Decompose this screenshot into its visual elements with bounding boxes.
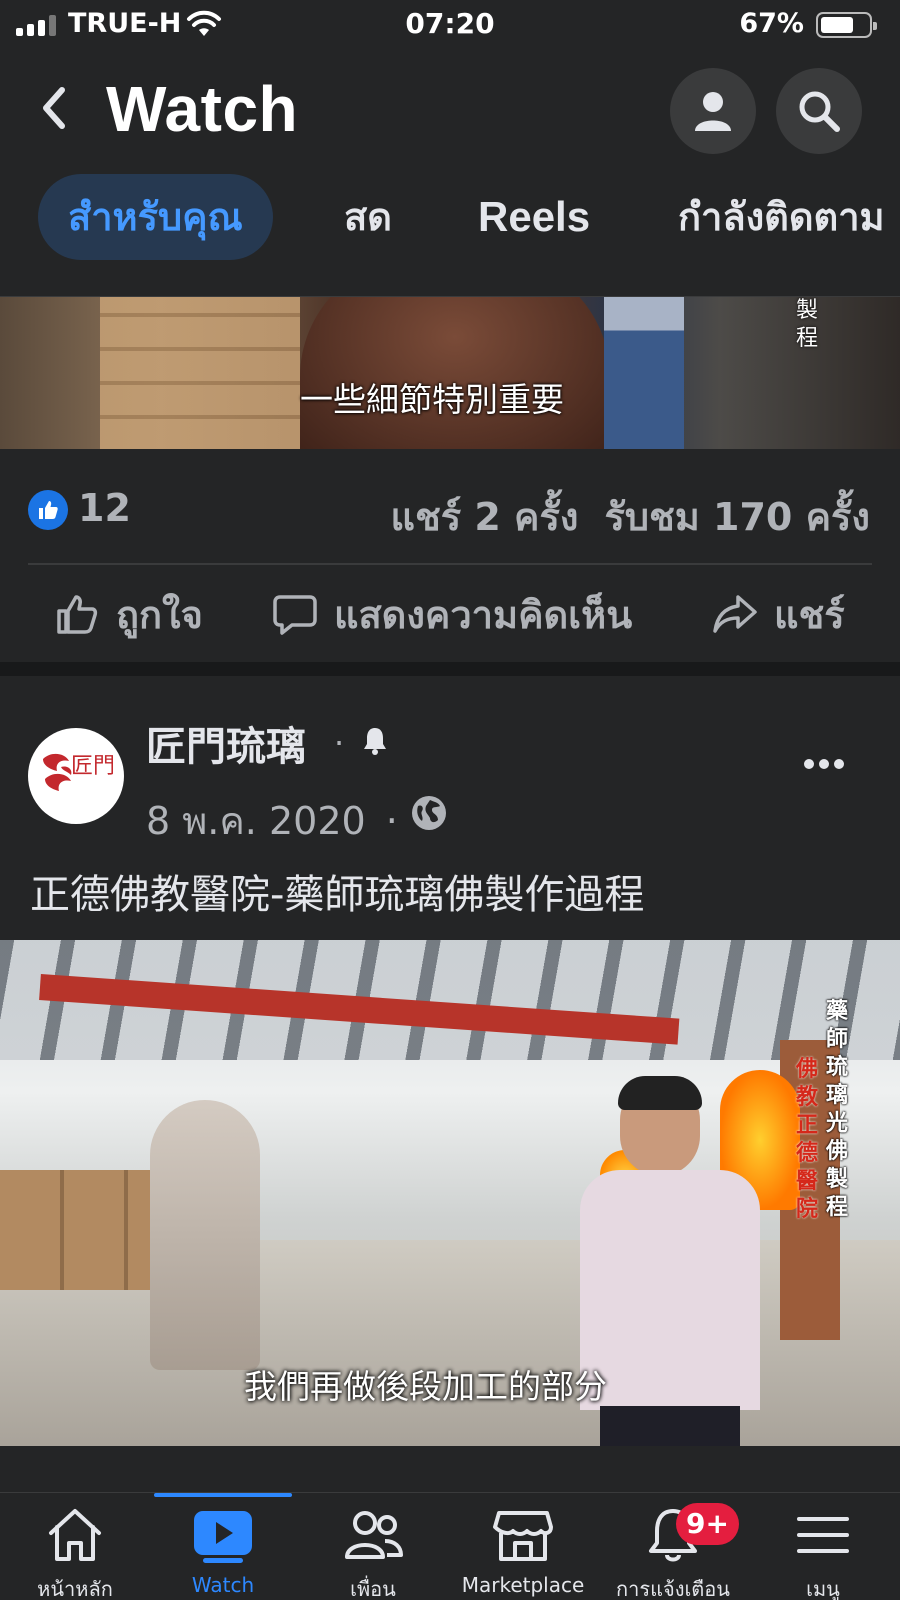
like-button[interactable]: ถูกใจ [54,584,203,644]
nav-notifications-label: การแจ้งเตือน [616,1577,730,1600]
post-date[interactable]: 8 พ.ค. 2020 · [146,790,398,851]
nav-marketplace-label: Marketplace [461,1573,585,1597]
watch-header: Watch [0,56,900,166]
video-player-1[interactable]: 一些細節特別重要 製程 [0,297,900,449]
nav-home[interactable]: หน้าหลัก [0,1493,150,1600]
globe-icon [412,796,446,830]
thumbs-up-icon [57,595,98,634]
search-button[interactable] [776,68,862,154]
view-count: รับชม 170 ครั้ง [604,495,870,539]
nav-menu[interactable]: เมนู [748,1493,898,1600]
nav-friends-label: เพื่อน [350,1577,396,1600]
video-player-2[interactable]: 佛教正德醫院 藥師琉璃光佛製程 我們再做後段加工的部分 [0,940,900,1446]
nav-watch-label: Watch [191,1573,255,1597]
battery-icon [816,12,877,38]
share-label: แชร์ [774,592,845,637]
tab-for-you[interactable]: สำหรับคุณ [38,174,273,260]
post-header: 匠門 匠門琉璃 · 8 พ.ค. 2020 · [0,708,900,848]
video-scene [100,297,300,449]
avatar[interactable]: 匠門 [28,728,124,824]
tab-reels[interactable]: Reels [478,174,590,260]
nav-marketplace[interactable]: Marketplace [448,1493,598,1600]
nav-friends[interactable]: เพื่อน [298,1493,448,1600]
tab-following[interactable]: กำลังติดตาม [678,174,885,260]
post-stats: 12 แชร์ 2 ครั้ง รับชม 170 ครั้ง [0,480,900,540]
nav-notifications[interactable]: 9+ การแจ้งเตือน [598,1493,748,1600]
video-subtitle: 一些細節特別重要 [300,380,564,419]
video-presenter [580,1076,760,1446]
share-button[interactable]: แชร์ [712,584,845,644]
battery-percent: 67% [739,8,804,39]
tab-live[interactable]: สด [344,174,392,260]
notification-badge: 9+ [676,1503,739,1545]
feed-separator [0,662,900,676]
header-separator: · [334,724,345,762]
more-options-icon[interactable] [804,758,844,770]
friends-icon [345,1511,403,1559]
watch-tabs: สำหรับคุณ สด Reels กำลังติดตาม [0,172,900,262]
video-subtitle: 我們再做後段加工的部分 [244,1367,607,1406]
search-icon [799,91,840,132]
video-side-text-red: 佛教正德醫院 [796,1057,819,1222]
page-title: Watch [106,73,299,145]
share-count[interactable]: แชร์ 2 ครั้ง [390,495,578,539]
active-tab-indicator [154,1493,292,1497]
page-name[interactable]: 匠門琉璃 [146,714,306,772]
nav-home-label: หน้าหลัก [37,1577,113,1600]
video-side-text-white: 藥師琉璃光佛製程 [826,999,849,1220]
comment-label: แสดงความคิดเห็น [334,592,633,637]
page-logo-icon: 匠門 [43,753,113,791]
logo-char: 匠門 [71,754,113,779]
like-count[interactable]: 12 [78,486,131,530]
comment-icon [273,595,317,635]
bottom-nav: หน้าหลัก Watch เพื่อน Marketplace 9+ การ… [0,1492,900,1600]
share-arrow-icon [713,595,757,633]
video-play-icon [194,1511,252,1563]
like-label: ถูกใจ [116,592,203,637]
date-separator: · [385,799,398,843]
menu-icon [797,1517,849,1553]
stats-divider [28,563,872,565]
nav-menu-label: เมนู [806,1577,840,1600]
bell-icon[interactable] [362,726,388,756]
home-icon [49,1509,101,1561]
chevron-left-icon[interactable] [34,82,74,134]
post-caption: 正德佛教醫院-藥師琉璃佛製作過程 [30,872,645,918]
video-scene [150,1100,260,1370]
like-reaction-icon[interactable] [28,490,68,530]
comment-button[interactable]: แสดงความคิดเห็น [272,584,632,644]
marketplace-icon [493,1511,553,1561]
video-side-text: 製程 [796,298,819,351]
post-actions: ถูกใจ แสดงความคิดเห็น แชร์ [0,576,900,652]
post-date-text: 8 พ.ค. 2020 [146,799,366,843]
profile-button[interactable] [670,68,756,154]
video-scene [604,297,684,449]
status-bar: TRUE-H 07:20 67% [0,0,900,50]
thumbs-up-icon [39,501,58,519]
nav-watch[interactable]: Watch [148,1493,298,1600]
person-icon [695,92,731,131]
